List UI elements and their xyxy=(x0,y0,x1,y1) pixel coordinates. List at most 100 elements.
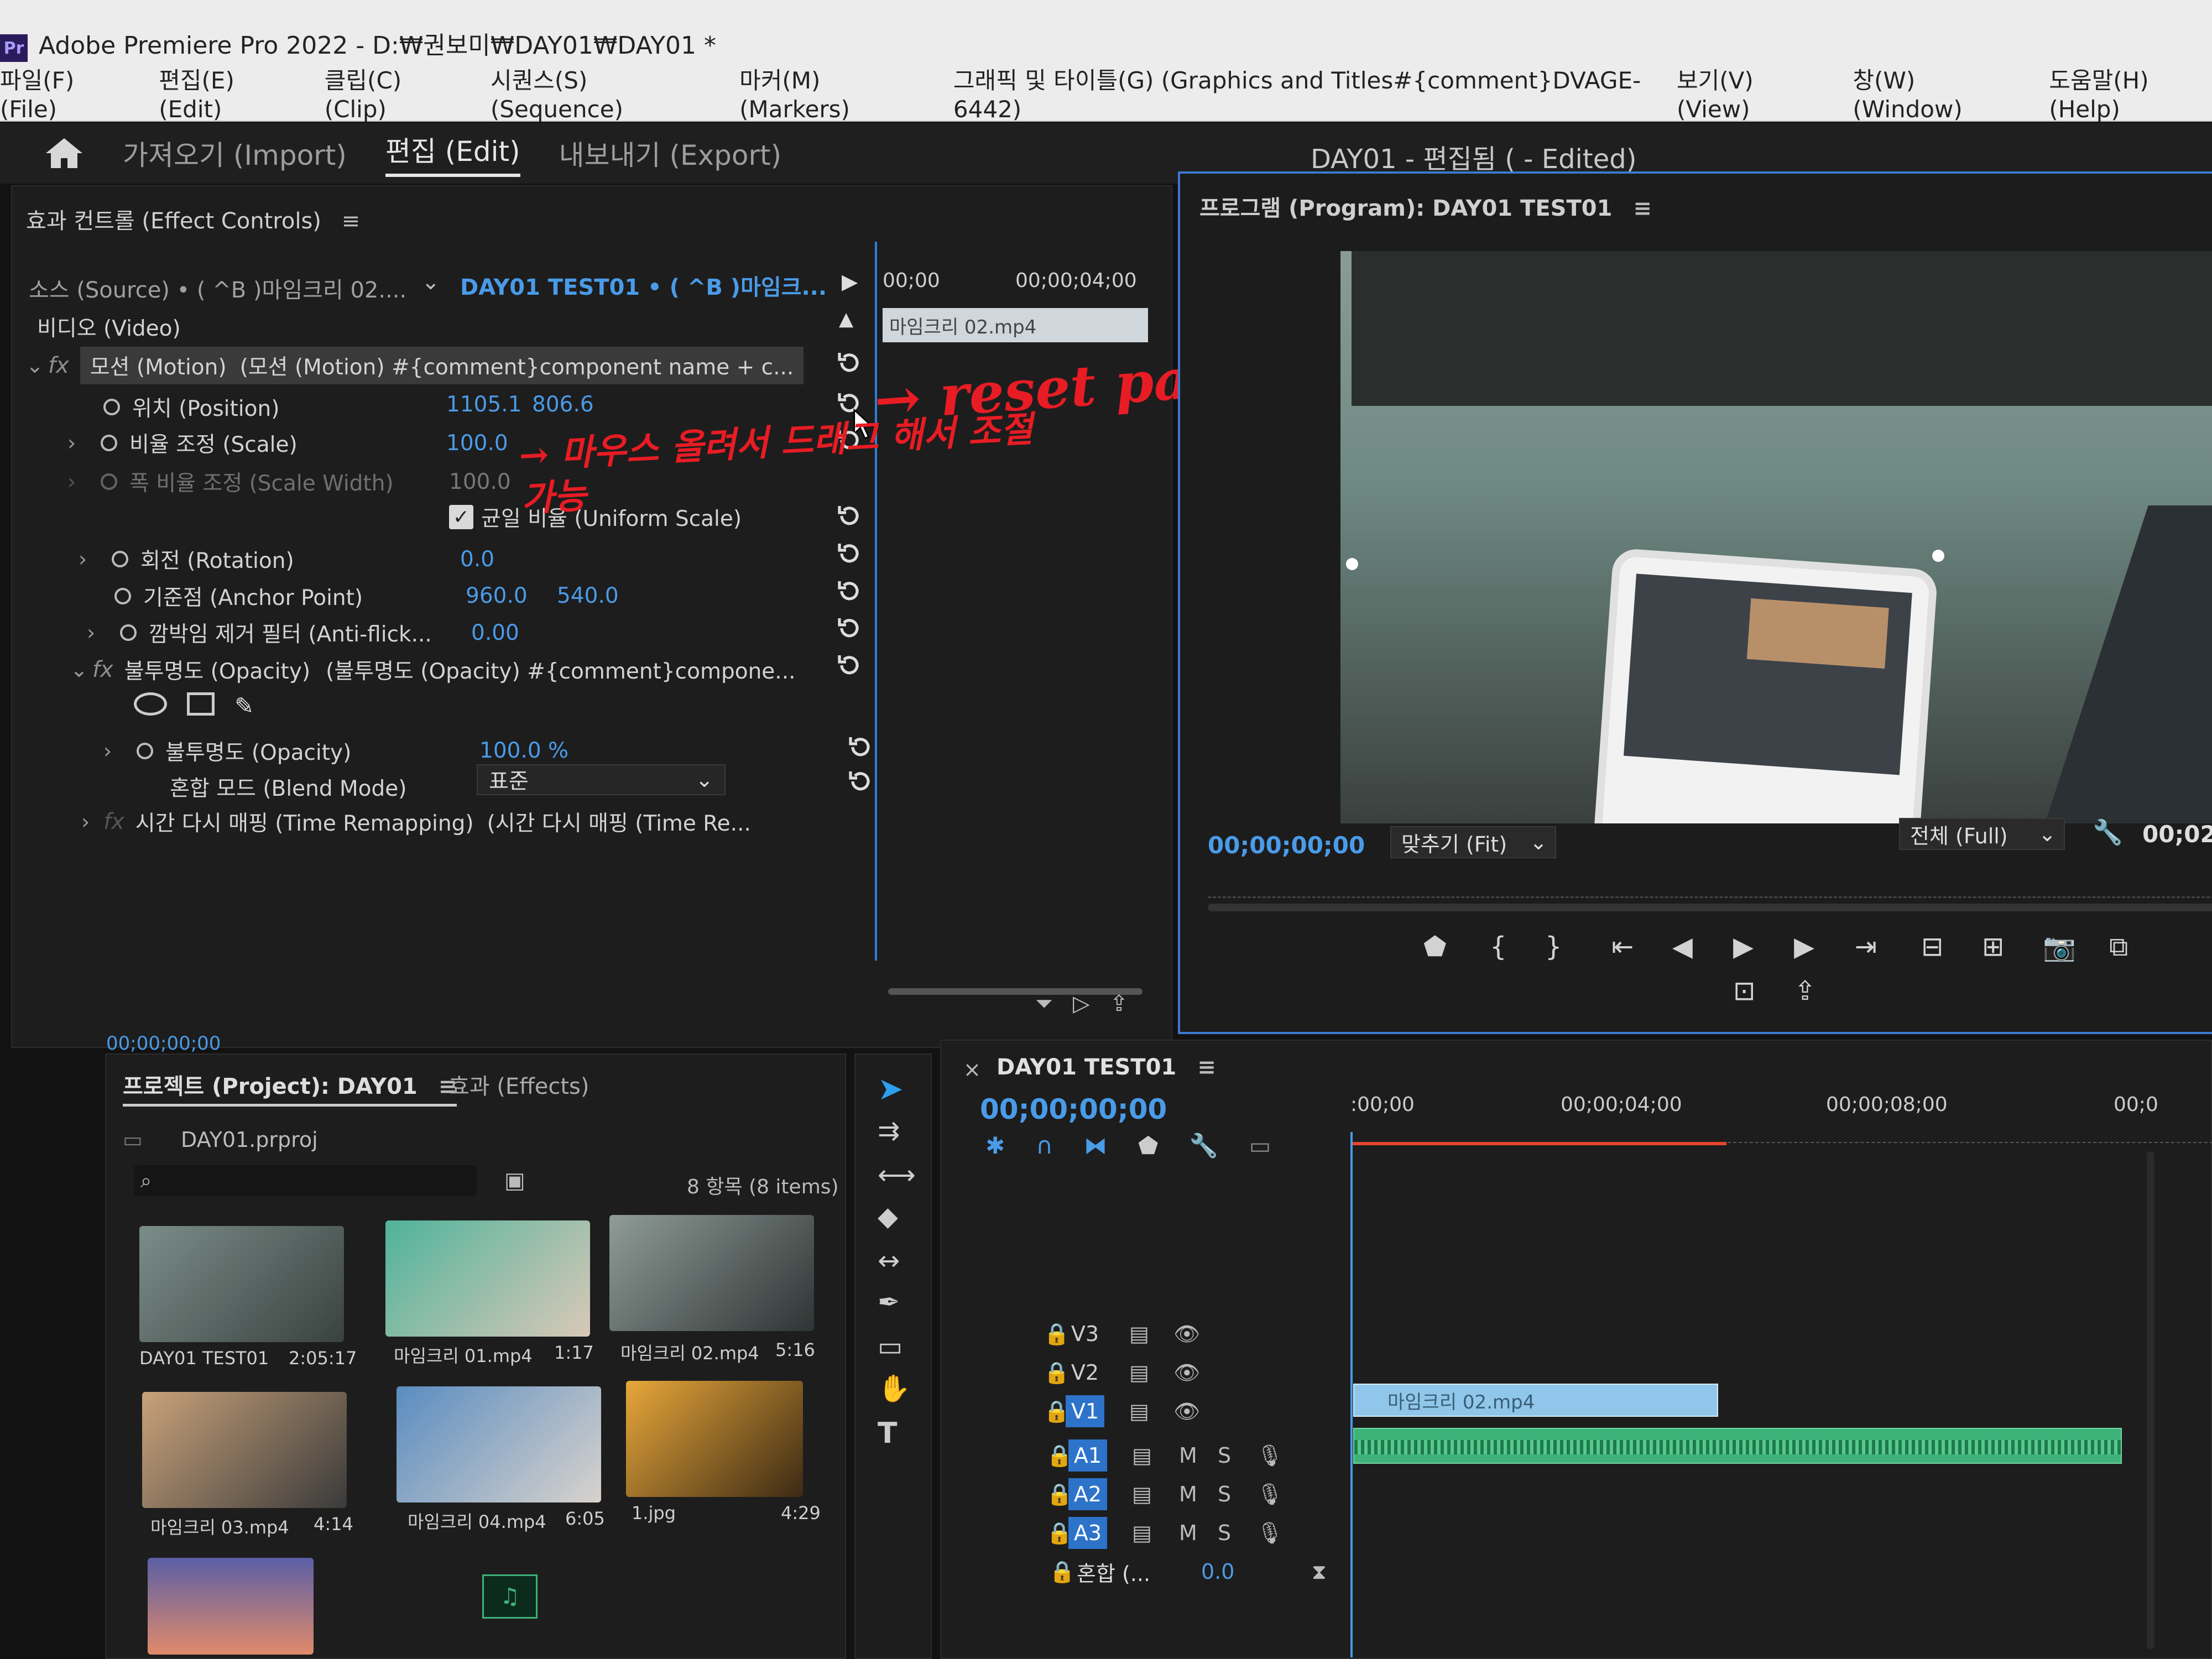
export-icon[interactable]: ⇪ xyxy=(1110,991,1129,1016)
fx-icon[interactable]: fx xyxy=(48,353,69,378)
mix-track-value[interactable]: 0.0 xyxy=(1201,1559,1234,1584)
position-x-value[interactable]: 1105.1 xyxy=(446,392,521,417)
tab-edit[interactable]: 편집 (Edit) xyxy=(385,129,520,177)
eye-icon[interactable]: 👁 xyxy=(1173,1360,1200,1385)
position-y-value[interactable]: 806.6 xyxy=(532,392,594,417)
lift-icon[interactable]: ⊟ xyxy=(1921,931,1943,962)
stopwatch-icon[interactable] xyxy=(120,624,137,641)
menu-edit[interactable]: 편집(E) (Edit) xyxy=(159,62,293,123)
step-forward-icon[interactable]: ▶ xyxy=(1794,931,1814,962)
solo-button[interactable]: S xyxy=(1218,1521,1231,1545)
reset-icon[interactable] xyxy=(847,768,874,795)
nest-sequence-icon[interactable]: ✱ xyxy=(985,1132,1005,1160)
close-icon[interactable]: × xyxy=(963,1057,981,1082)
program-video-frame[interactable] xyxy=(1263,251,2212,823)
tab-import[interactable]: 가져오기 (Import) xyxy=(123,133,347,173)
reset-icon[interactable] xyxy=(836,578,863,604)
menu-help[interactable]: 도움말(H) (Help) xyxy=(2049,62,2212,123)
lock-icon[interactable]: 🔒 xyxy=(1049,1559,1075,1584)
chevron-right-icon[interactable]: › xyxy=(79,547,101,571)
filter-icon[interactable]: ⏷ xyxy=(1035,991,1053,1016)
tab-export[interactable]: 내보내기 (Export) xyxy=(559,133,782,173)
reset-icon[interactable] xyxy=(836,615,863,641)
ellipse-mask-icon[interactable] xyxy=(134,692,167,716)
uniform-scale-checkbox[interactable]: ✓ xyxy=(449,505,473,529)
transform-handle[interactable] xyxy=(1346,558,1358,570)
menu-markers[interactable]: 마커(M) (Markers) xyxy=(739,62,921,123)
selection-tool-icon[interactable]: ➤ xyxy=(878,1071,904,1107)
snap-icon[interactable]: ∩ xyxy=(1036,1132,1053,1160)
solo-button[interactable]: S xyxy=(1218,1482,1231,1506)
step-back-icon[interactable]: ◀ xyxy=(1672,931,1693,962)
microphone-icon[interactable]: 🎙 xyxy=(1256,1521,1283,1546)
solo-button[interactable]: S xyxy=(1218,1443,1231,1468)
new-bin-icon[interactable]: ▣ xyxy=(504,1168,525,1193)
linked-selection-icon[interactable]: ⧓ xyxy=(1084,1132,1107,1160)
stopwatch-icon[interactable] xyxy=(103,399,120,415)
project-thumbnail[interactable] xyxy=(397,1386,601,1503)
stopwatch-icon[interactable] xyxy=(112,551,128,567)
project-thumbnail[interactable] xyxy=(609,1215,814,1331)
play-icon[interactable]: ▶ xyxy=(1733,931,1754,962)
sequence-clip-label[interactable]: DAY01 TEST01 • ( ^B )마임크... xyxy=(460,269,827,301)
stopwatch-icon[interactable] xyxy=(114,588,131,604)
rectangle-mask-icon[interactable] xyxy=(187,692,215,716)
wrench-icon[interactable]: 🔧 xyxy=(2093,818,2123,847)
timeline-timecode[interactable]: 00;00;00;00 xyxy=(980,1093,1167,1125)
audio-file-icon[interactable]: ♫ xyxy=(482,1574,538,1619)
program-ruler[interactable] xyxy=(1208,881,2212,898)
ripple-edit-tool-icon[interactable]: ⟷ xyxy=(878,1160,916,1191)
ec-timeline-clip[interactable]: 마임크리 02.mp4 xyxy=(883,308,1148,342)
sync-icon[interactable]: ▤ xyxy=(1132,1443,1152,1468)
tab-project[interactable]: 프로젝트 (Project): DAY01 ≡ xyxy=(123,1068,457,1107)
pen-tool-icon[interactable]: ✒ xyxy=(878,1287,900,1318)
stopwatch-icon[interactable] xyxy=(137,743,153,759)
sync-icon[interactable]: ▤ xyxy=(1129,1322,1149,1346)
transform-handle[interactable] xyxy=(1932,550,1944,562)
mark-in-icon[interactable]: { xyxy=(1490,931,1507,962)
project-search-input[interactable]: ⌕ xyxy=(134,1165,477,1196)
add-marker-icon[interactable]: ⬟ xyxy=(1138,1132,1159,1160)
zoom-fit-dropdown[interactable]: 맞추기 (Fit) ⌄ xyxy=(1390,826,1556,858)
project-thumbnail[interactable] xyxy=(385,1220,590,1337)
sync-icon[interactable]: ▤ xyxy=(1129,1399,1149,1423)
timeline-ruler[interactable]: :00;00 00;00;04;00 00;00;08;00 00;0 xyxy=(1350,1093,2212,1154)
project-thumbnail[interactable] xyxy=(142,1392,347,1508)
reset-icon[interactable] xyxy=(836,349,863,376)
chevron-right-icon[interactable]: › xyxy=(103,739,126,763)
hand-tool-icon[interactable]: ✋ xyxy=(878,1373,911,1404)
anchor-y-value[interactable]: 540.0 xyxy=(557,583,619,608)
mute-button[interactable]: M xyxy=(1179,1443,1197,1468)
track-label[interactable]: A2 xyxy=(1068,1478,1107,1510)
chevron-right-icon[interactable]: › xyxy=(87,620,109,645)
mute-button[interactable]: M xyxy=(1179,1521,1197,1545)
sync-icon[interactable]: ▤ xyxy=(1132,1521,1152,1545)
scale-value[interactable]: 100.0 xyxy=(446,431,508,456)
track-label[interactable]: V1 xyxy=(1066,1395,1104,1427)
razor-tool-icon[interactable]: ◆ xyxy=(878,1201,898,1232)
reset-icon[interactable] xyxy=(847,734,874,760)
panel-menu-icon[interactable]: ≡ xyxy=(342,208,361,234)
rotation-value[interactable]: 0.0 xyxy=(460,547,494,572)
chevron-down-icon[interactable]: ⌄ xyxy=(26,353,48,378)
program-title[interactable]: 프로그램 (Program): DAY01 TEST01 ≡ xyxy=(1199,190,1652,222)
safe-margins-icon[interactable]: ⊡ xyxy=(1733,975,1755,1006)
timeline-vertical-scrollbar[interactable] xyxy=(2147,1151,2154,1649)
menu-view[interactable]: 보기(V) (View) xyxy=(1677,62,1820,123)
chevron-down-icon[interactable]: ⌄ xyxy=(70,658,92,682)
time-remapping-row[interactable]: › fx 시간 다시 매핑 (Time Remapping) (시간 다시 매핑… xyxy=(81,803,889,841)
panel-menu-icon[interactable]: ≡ xyxy=(1633,196,1652,221)
mute-button[interactable]: M xyxy=(1179,1482,1197,1506)
sync-icon[interactable]: ▤ xyxy=(1132,1482,1152,1506)
menu-clip[interactable]: 클립(C) (Clip) xyxy=(325,62,458,123)
export-share-icon[interactable]: ⇪ xyxy=(1794,975,1816,1006)
program-scrollbar[interactable] xyxy=(1208,904,2212,911)
reset-icon[interactable] xyxy=(836,540,863,567)
go-to-in-icon[interactable]: ⇤ xyxy=(1611,931,1634,962)
microphone-icon[interactable]: 🎙 xyxy=(1256,1443,1283,1468)
reset-icon[interactable] xyxy=(836,503,863,529)
playback-quality-dropdown[interactable]: 전체 (Full) ⌄ xyxy=(1899,818,2065,850)
scroll-up-icon[interactable]: ▲ xyxy=(839,308,853,330)
track-label[interactable]: V2 xyxy=(1066,1357,1104,1389)
home-icon[interactable] xyxy=(44,137,84,170)
